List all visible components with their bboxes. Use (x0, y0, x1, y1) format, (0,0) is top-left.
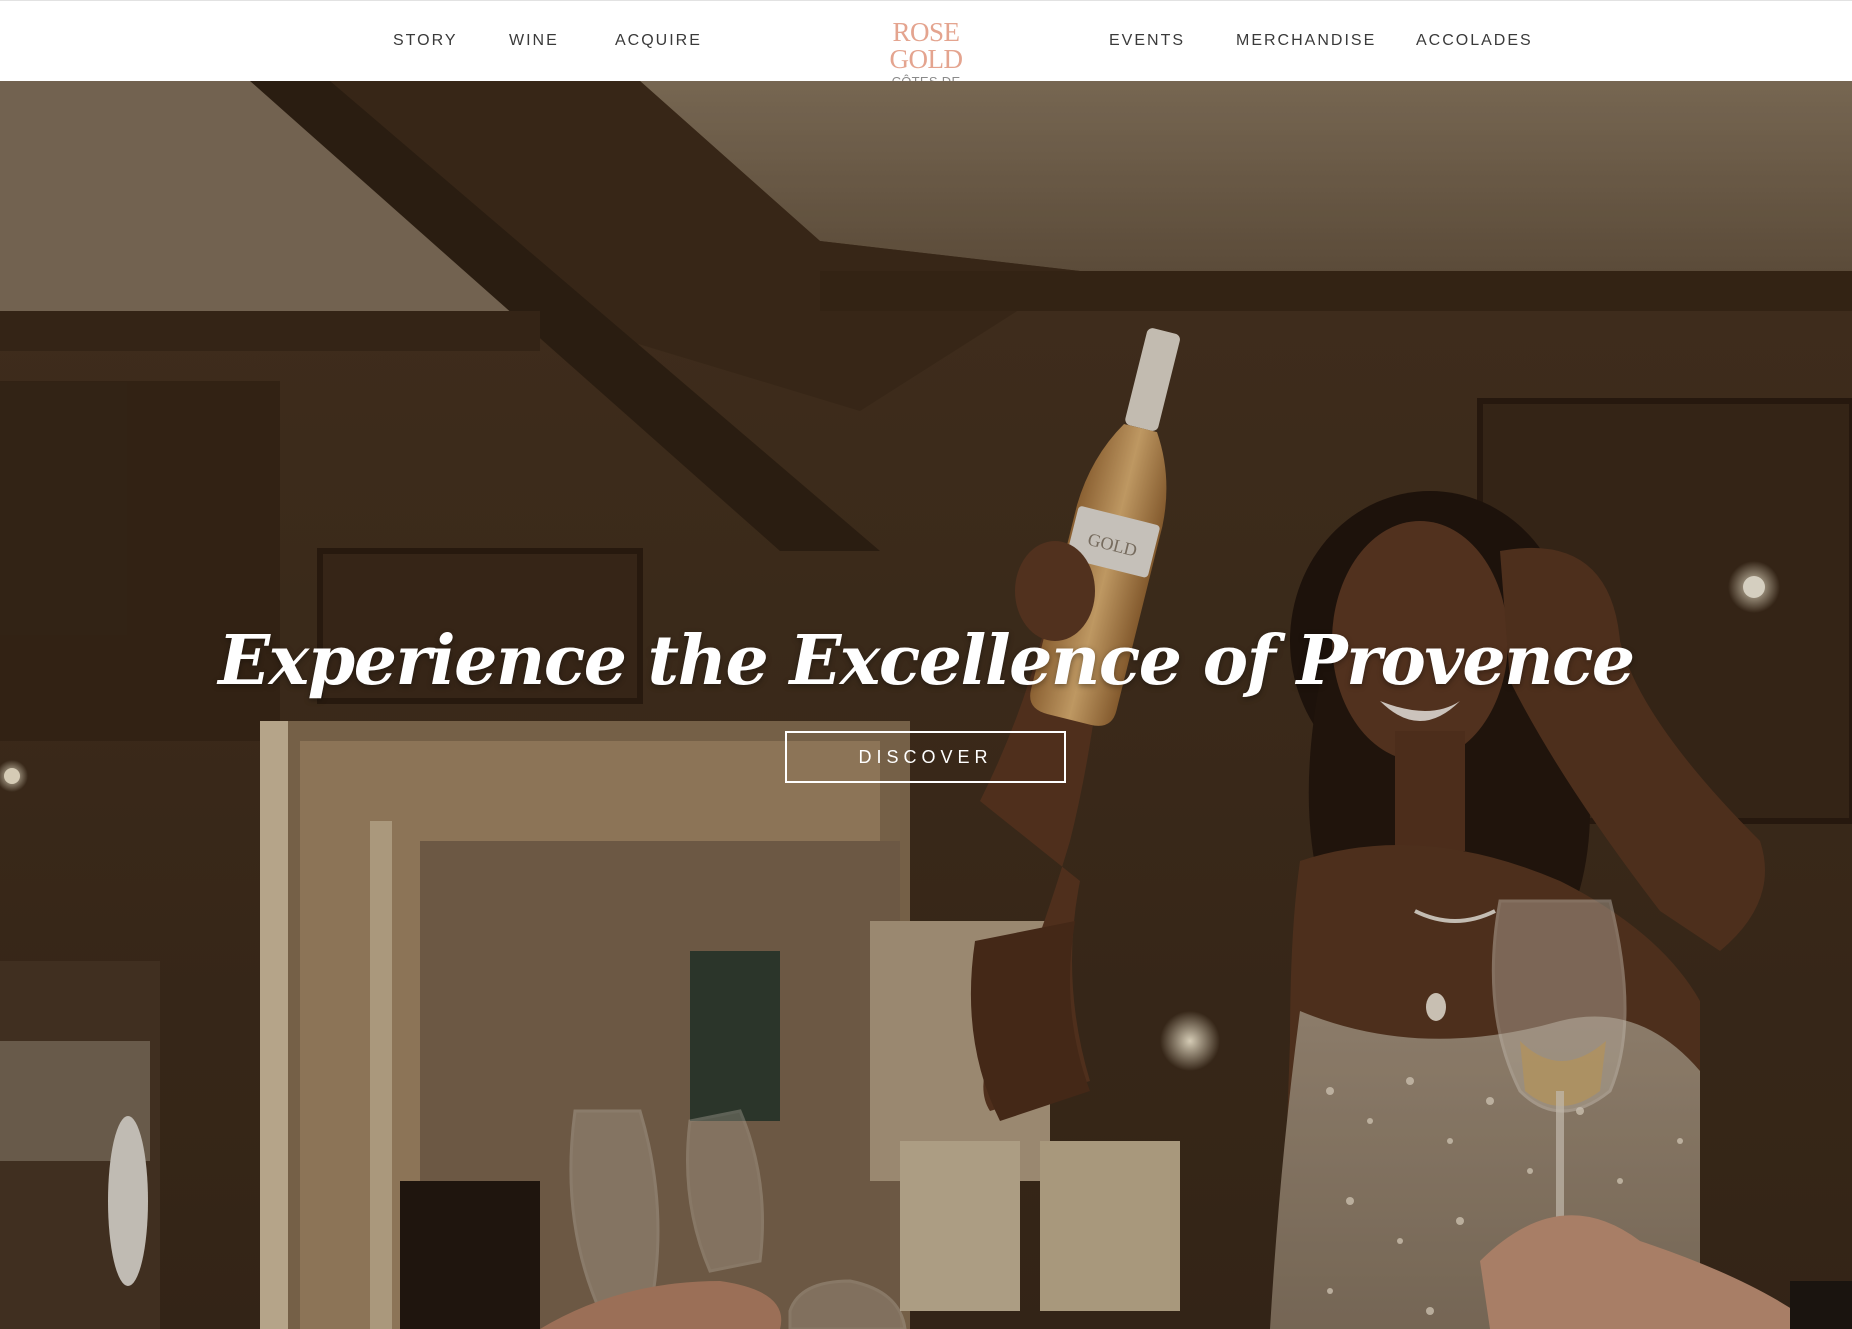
hero-section: GOLD Experience the Excellence of Proven… (0, 81, 1852, 1329)
nav-link-acquire[interactable]: ACQUIRE (615, 32, 702, 50)
nav-link-events[interactable]: EVENTS (1109, 32, 1185, 50)
logo-title: ROSE GOLD (889, 17, 964, 74)
hero-headline: Experience the Excellence of Provence (218, 621, 1635, 701)
site-header: STORY WINE ACQUIRE ROSE GOLD CÔTES DE PR… (0, 0, 1852, 104)
nav-link-story[interactable]: STORY (393, 32, 458, 50)
nav-link-wine[interactable]: WINE (509, 32, 559, 50)
nav-link-merchandise[interactable]: MERCHANDISE (1236, 32, 1376, 50)
hero-overlay (0, 81, 1852, 1329)
nav-link-accolades[interactable]: ACCOLADES (1416, 32, 1533, 50)
discover-button[interactable]: DISCOVER (785, 731, 1066, 783)
